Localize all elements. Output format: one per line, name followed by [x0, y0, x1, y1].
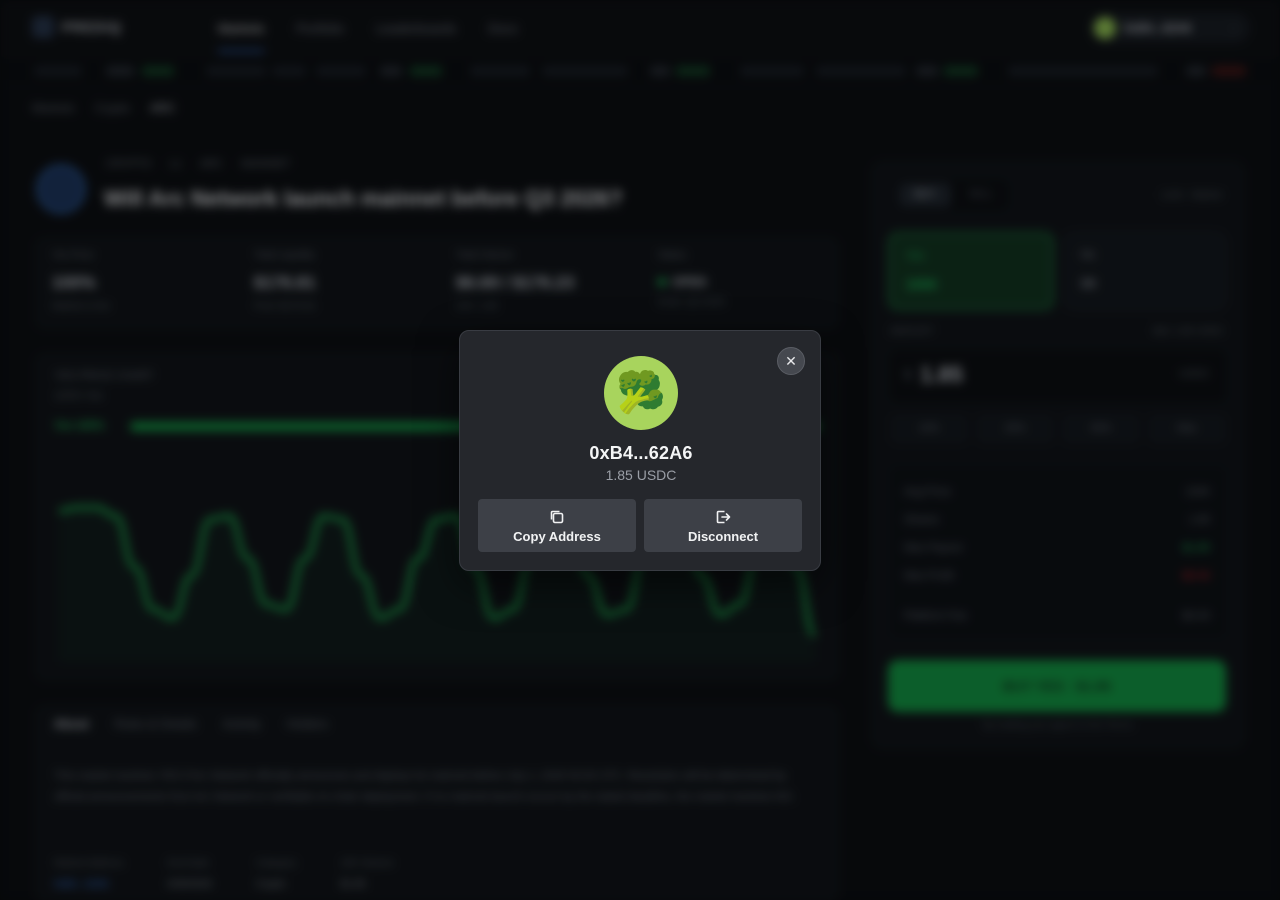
copy-address-button[interactable]: Copy Address: [478, 499, 636, 552]
copy-address-label: Copy Address: [513, 529, 601, 544]
close-icon: ✕: [785, 353, 797, 369]
wallet-balance: 1.85 USDC: [605, 467, 677, 483]
close-button[interactable]: ✕: [777, 347, 805, 375]
logout-icon: [716, 510, 731, 524]
broccoli-icon: 🥦: [616, 371, 666, 415]
wallet-modal: ✕ 🥦 0xB4...62A6 1.85 USDC Copy Address D…: [459, 330, 821, 571]
wallet-avatar: 🥦: [604, 356, 678, 430]
wallet-address: 0xB4...62A6: [589, 443, 693, 463]
disconnect-button[interactable]: Disconnect: [644, 499, 802, 552]
copy-icon: [550, 510, 564, 524]
disconnect-label: Disconnect: [687, 529, 759, 544]
